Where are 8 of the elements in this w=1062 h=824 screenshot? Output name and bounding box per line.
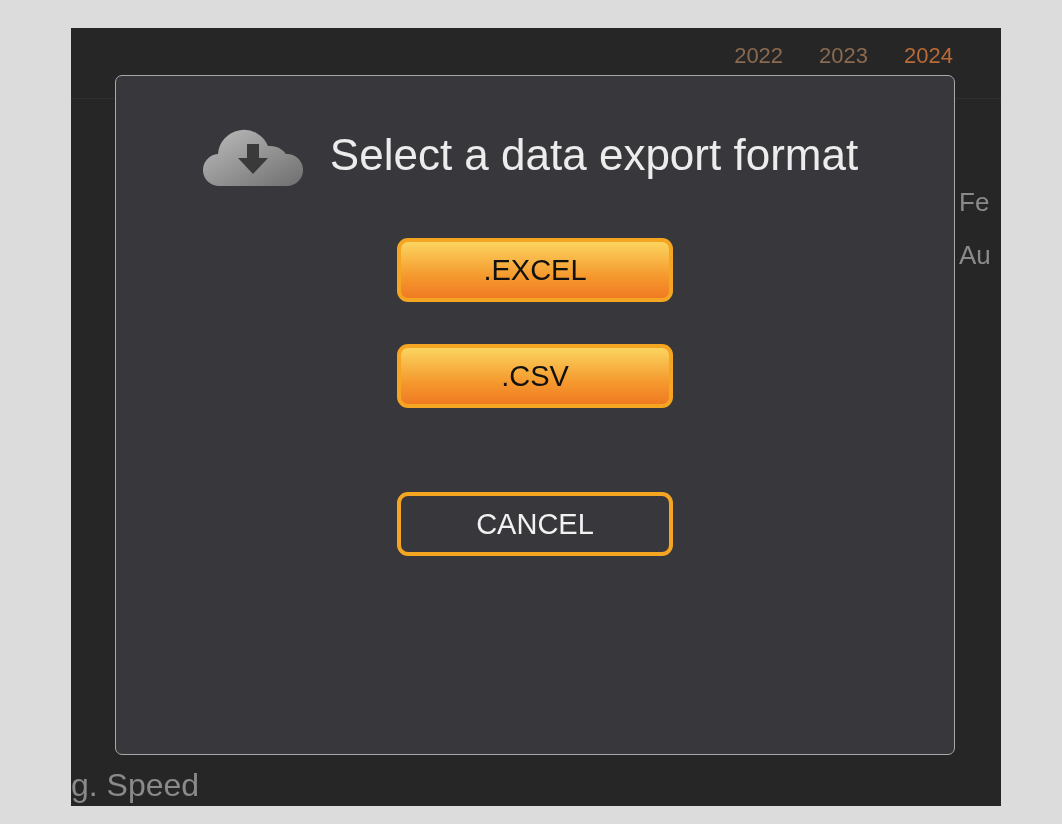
- year-tab[interactable]: 2024: [904, 44, 953, 68]
- export-button[interactable]: .EXCEL: [397, 238, 673, 302]
- month-label: Au: [959, 240, 991, 271]
- metric-label: g. Speed: [71, 767, 200, 804]
- cancel-button[interactable]: CANCEL: [397, 492, 673, 556]
- month-label: Fe: [959, 187, 990, 218]
- export-button[interactable]: .CSV: [397, 344, 673, 408]
- dialog-title: Select a data export format: [329, 130, 859, 180]
